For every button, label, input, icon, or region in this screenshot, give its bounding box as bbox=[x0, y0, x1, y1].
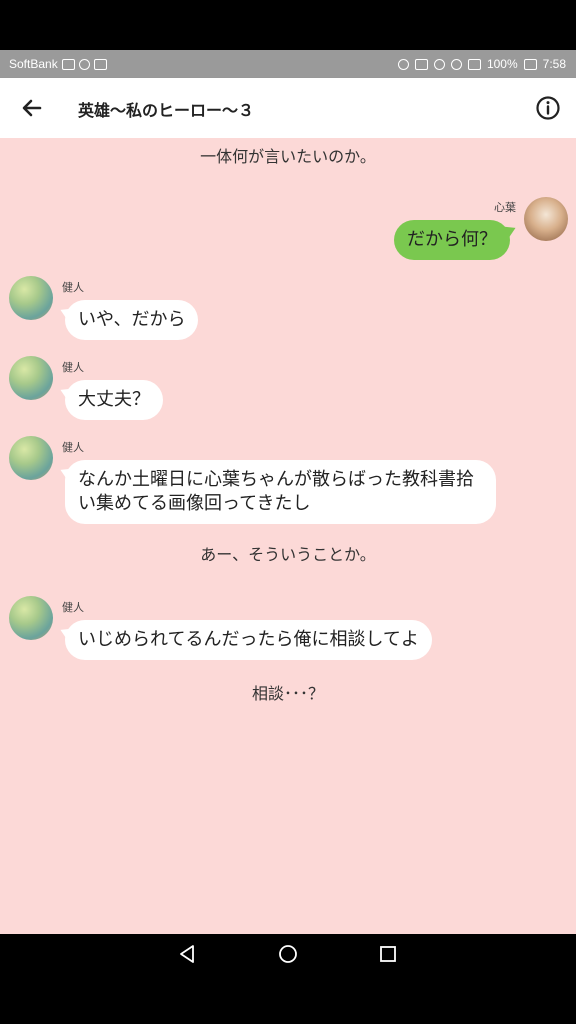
wifi-icon bbox=[450, 58, 462, 70]
message-bubble-self[interactable]: だから何？ bbox=[394, 220, 510, 260]
battery-percent: 100% bbox=[486, 57, 518, 71]
carrier-label: SoftBank bbox=[9, 57, 58, 71]
clock: 7:58 bbox=[542, 57, 566, 71]
sender-name: 心葉 bbox=[494, 201, 516, 214]
signal-icon bbox=[467, 58, 481, 70]
info-icon[interactable] bbox=[534, 94, 562, 122]
square-recents-icon[interactable] bbox=[376, 942, 400, 966]
sender-name: 健人 bbox=[62, 441, 84, 454]
avatar-other[interactable] bbox=[9, 436, 53, 480]
message-bubble-other[interactable]: 大丈夫？ bbox=[65, 380, 163, 420]
avatar-other[interactable] bbox=[9, 596, 53, 640]
app-notification-icon bbox=[78, 58, 90, 70]
triangle-back-icon[interactable] bbox=[176, 942, 200, 966]
avatar-self[interactable] bbox=[524, 197, 568, 241]
youtube-icon bbox=[93, 58, 107, 70]
sender-name: 健人 bbox=[62, 281, 84, 294]
chat-area[interactable]: 一体何が言いたいのか。 心葉 だから何？ 健人 いや、だから 健人 大丈夫？ 健… bbox=[0, 138, 576, 934]
narration-text: 一体何が言いたいのか。 bbox=[200, 147, 376, 166]
avatar-other[interactable] bbox=[9, 356, 53, 400]
status-left: SoftBank bbox=[9, 57, 107, 71]
sender-name: 健人 bbox=[62, 601, 84, 614]
system-nav-bar bbox=[0, 934, 576, 974]
avatar-other[interactable] bbox=[9, 276, 53, 320]
page-title: 英雄〜私のヒーロー〜３ bbox=[78, 101, 255, 120]
headphones-icon bbox=[397, 58, 409, 70]
message-bubble-other[interactable]: なんか土曜日に心葉ちゃんが散らばった教科書拾い集めてる画像回ってきたし bbox=[65, 460, 496, 524]
sender-name: 健人 bbox=[62, 361, 84, 374]
battery-icon bbox=[523, 58, 537, 70]
circle-home-icon[interactable] bbox=[276, 942, 300, 966]
arrow-left-icon[interactable] bbox=[16, 92, 48, 124]
video-icon bbox=[61, 58, 75, 70]
app-bar: 英雄〜私のヒーロー〜３ bbox=[0, 78, 576, 138]
status-right: 100% 7:58 bbox=[397, 57, 566, 71]
status-bar: SoftBank 100% 7:58 bbox=[0, 50, 576, 78]
nfc-icon bbox=[414, 58, 428, 70]
message-bubble-other[interactable]: いじめられてるんだったら俺に相談してよ bbox=[65, 620, 432, 660]
narration-text: 相談･･･？ bbox=[251, 684, 324, 703]
eye-icon bbox=[433, 58, 445, 70]
narration-text: あー、そういうことか。 bbox=[200, 545, 376, 564]
message-bubble-other[interactable]: いや、だから bbox=[65, 300, 199, 340]
